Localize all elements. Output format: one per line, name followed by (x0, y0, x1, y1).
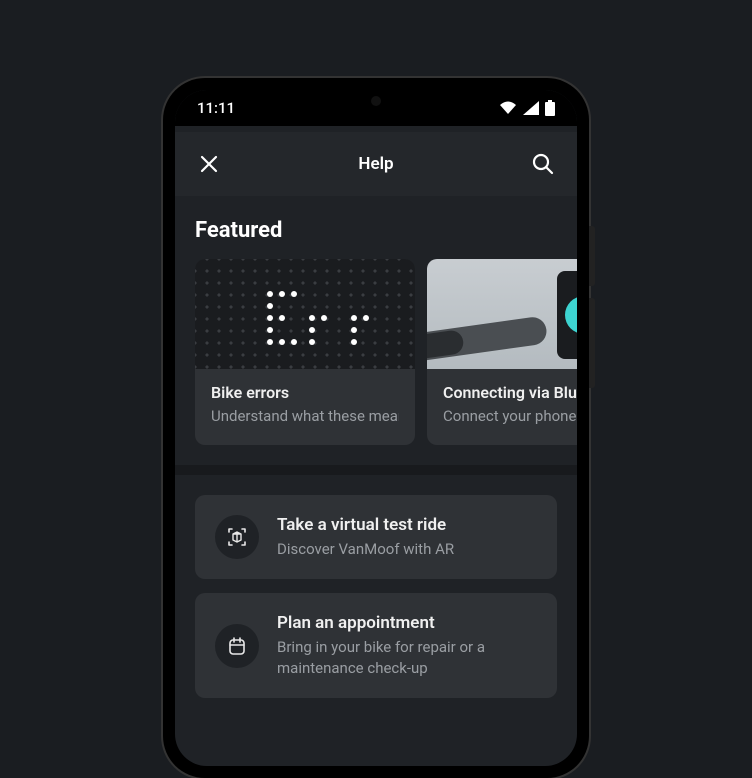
content-area: Featured (175, 196, 577, 732)
battery-icon (545, 100, 555, 116)
action-title: Plan an appointment (277, 613, 537, 633)
card-title: Connecting via Bluetooth (443, 383, 577, 402)
card-illustration-dot-matrix (195, 259, 415, 369)
card-subtitle: Understand what these mean. (211, 406, 399, 427)
ar-icon-wrap (215, 515, 259, 559)
close-button[interactable] (195, 150, 223, 178)
search-button[interactable] (529, 150, 557, 178)
featured-card-bluetooth[interactable]: 3 Connecting via Bluetooth Connect your … (427, 259, 577, 445)
calendar-icon-wrap (215, 624, 259, 668)
action-title: Take a virtual test ride (277, 515, 537, 535)
calendar-icon (226, 635, 248, 657)
featured-cards-row[interactable]: Bike errors Understand what these mean. (175, 259, 577, 465)
phone-frame: 11:11 Help Featured (163, 78, 589, 778)
page-title: Help (223, 154, 529, 174)
action-subtitle: Bring in your bike for repair or a maint… (277, 637, 537, 678)
search-icon (531, 152, 555, 176)
status-time: 11:11 (197, 99, 235, 117)
phone-side-button (589, 298, 595, 388)
action-virtual-test-ride[interactable]: Take a virtual test ride Discover VanMoo… (195, 495, 557, 579)
featured-heading: Featured (175, 196, 577, 259)
close-icon (199, 154, 219, 174)
app-header: Help (175, 132, 577, 196)
bluetooth-icon (575, 302, 577, 328)
ar-cube-icon (226, 526, 248, 548)
actions-list: Take a virtual test ride Discover VanMoo… (175, 475, 577, 732)
status-icons (499, 100, 555, 116)
wifi-icon (499, 101, 517, 115)
cellular-icon (523, 101, 539, 115)
phone-side-button (589, 226, 595, 286)
card-title: Bike errors (211, 383, 399, 402)
action-subtitle: Discover VanMoof with AR (277, 539, 537, 559)
card-subtitle: Connect your phone to bike (443, 406, 577, 427)
card-illustration-bluetooth: 3 (427, 259, 577, 369)
action-plan-appointment[interactable]: Plan an appointment Bring in your bike f… (195, 593, 557, 698)
screen: 11:11 Help Featured (175, 90, 577, 766)
section-divider (175, 465, 577, 475)
phone-camera-notch (371, 96, 381, 106)
featured-card-bike-errors[interactable]: Bike errors Understand what these mean. (195, 259, 415, 445)
